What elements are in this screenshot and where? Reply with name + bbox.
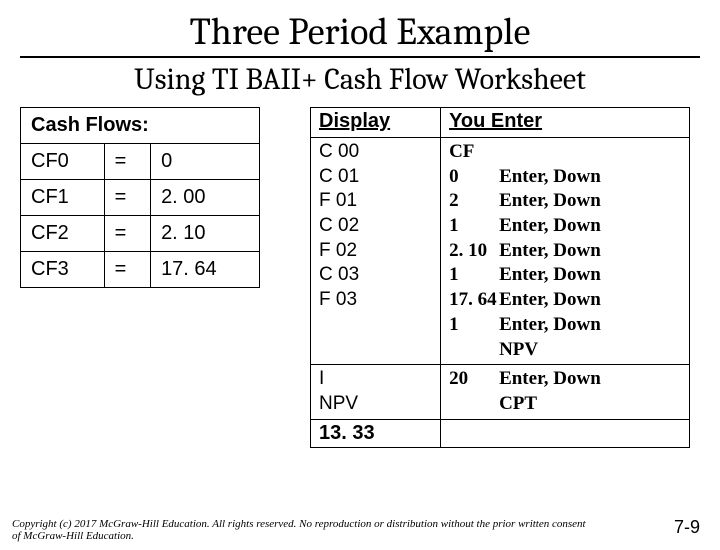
disp-line: F 01 (319, 189, 432, 214)
cf-label: CF3 (21, 252, 105, 288)
disp-line: C 02 (319, 214, 432, 239)
cf-eq: = (104, 180, 150, 216)
display-cell-2: I NPV (311, 365, 441, 419)
cf-eq: = (104, 216, 150, 252)
enter-row: 20Enter, Down (449, 367, 681, 392)
enter-row: 2. 10Enter, Down (449, 239, 681, 264)
disp-line: F 03 (319, 288, 432, 313)
copyright: Copyright (c) 2017 McGraw-Hill Education… (12, 518, 592, 542)
cf-val: 2. 10 (151, 216, 260, 252)
right-column: Display You Enter C 00 C 01 F 01 C 02 F … (280, 107, 700, 448)
cf-val: 17. 64 (151, 252, 260, 288)
enter-cell: CF 0Enter, Down 2Enter, Down 1Enter, Dow… (441, 138, 690, 365)
enter-row: NPV (449, 338, 681, 363)
calculator-table: Display You Enter C 00 C 01 F 01 C 02 F … (310, 107, 690, 448)
slide: Three Period Example Using TI BAII+ Cash… (0, 10, 720, 550)
cf-label: CF1 (21, 180, 105, 216)
enter-row: 1Enter, Down (449, 214, 681, 239)
enter-cell-2: 20Enter, Down CPT (441, 365, 690, 419)
disp-line: C 03 (319, 263, 432, 288)
page-title: Three Period Example (0, 10, 720, 54)
table-row: CF1 = 2. 00 (21, 180, 260, 216)
display-header: Display (311, 108, 441, 138)
table-row: CF0 = 0 (21, 144, 260, 180)
page-subtitle: Using TI BAII+ Cash Flow Worksheet (0, 62, 720, 97)
cf-val: 2. 00 (151, 180, 260, 216)
cf-label: CF2 (21, 216, 105, 252)
cf-label: CF0 (21, 144, 105, 180)
disp-line: I (319, 367, 432, 392)
disp-line: NPV (319, 392, 432, 417)
enter-row: 1Enter, Down (449, 263, 681, 288)
cf-eq: = (104, 144, 150, 180)
enter-row: CPT (449, 392, 681, 417)
enter-header: You Enter (441, 108, 690, 138)
disp-line: C 00 (319, 140, 432, 165)
cf-line: CF (449, 140, 681, 165)
cf-eq: = (104, 252, 150, 288)
display-cell: C 00 C 01 F 01 C 02 F 02 C 03 F 03 (311, 138, 441, 365)
result-empty (441, 419, 690, 447)
enter-row: 2Enter, Down (449, 189, 681, 214)
disp-line: C 01 (319, 165, 432, 190)
cf-val: 0 (151, 144, 260, 180)
table-row: CF2 = 2. 10 (21, 216, 260, 252)
page-number: 7-9 (674, 517, 700, 538)
left-column: Cash Flows: CF0 = 0 CF1 = 2. 00 CF2 = 2.… (20, 107, 280, 448)
cash-flows-header: Cash Flows: (21, 108, 260, 144)
content-row: Cash Flows: CF0 = 0 CF1 = 2. 00 CF2 = 2.… (0, 107, 720, 448)
result: 13. 33 (311, 419, 441, 447)
table-row: CF3 = 17. 64 (21, 252, 260, 288)
enter-row: 0Enter, Down (449, 165, 681, 190)
disp-line: F 02 (319, 239, 432, 264)
enter-row: 1Enter, Down (449, 313, 681, 338)
title-underline (20, 56, 700, 58)
enter-row: 17. 64Enter, Down (449, 288, 681, 313)
cash-flows-table: Cash Flows: CF0 = 0 CF1 = 2. 00 CF2 = 2.… (20, 107, 260, 288)
